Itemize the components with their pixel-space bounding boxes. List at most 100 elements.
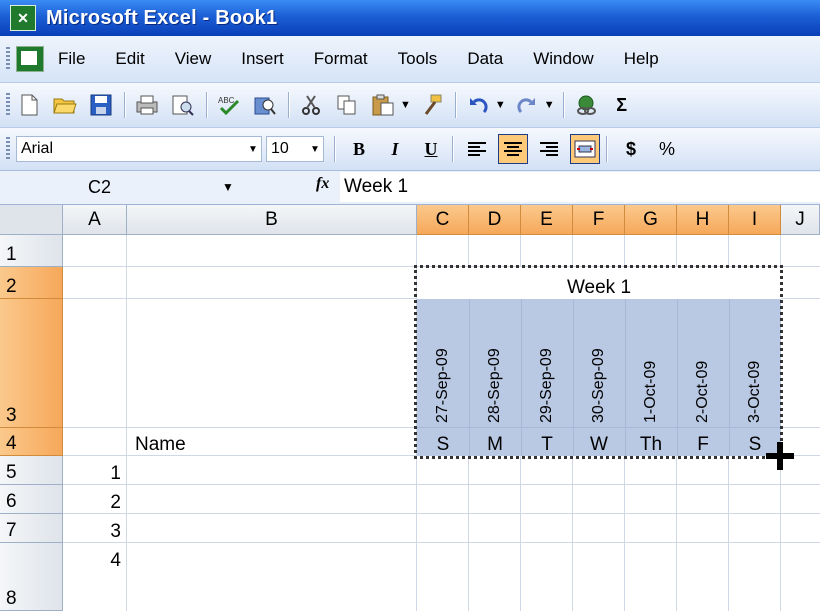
align-right-icon[interactable]	[534, 134, 564, 164]
new-icon[interactable]	[16, 92, 42, 118]
day-cell-h4[interactable]: F	[677, 428, 729, 456]
insert-function-icon[interactable]: fx	[316, 175, 329, 193]
underline-button[interactable]: U	[416, 134, 446, 164]
menu-view[interactable]: View	[175, 49, 212, 69]
row-header-2[interactable]: 2	[0, 267, 63, 299]
toolbar-grip[interactable]	[6, 137, 10, 161]
print-icon[interactable]	[134, 92, 160, 118]
column-header-d[interactable]: D	[469, 205, 521, 235]
copy-icon[interactable]	[334, 92, 360, 118]
menu-tools[interactable]: Tools	[398, 49, 438, 69]
date-cell-h3[interactable]: 2-Oct-09	[677, 299, 729, 428]
week-label: Week 1	[566, 277, 632, 298]
menu-format[interactable]: Format	[314, 49, 368, 69]
cell-value: 4	[110, 550, 121, 571]
day-cell-e4[interactable]: T	[521, 428, 573, 456]
row-header-1[interactable]: 1	[0, 235, 63, 267]
hyperlink-icon[interactable]	[573, 92, 599, 118]
menu-edit[interactable]: Edit	[115, 49, 144, 69]
row-header-6[interactable]: 6	[0, 485, 63, 514]
workbook-icon[interactable]	[16, 46, 44, 72]
menu-file[interactable]: File	[58, 49, 85, 69]
cell-a7[interactable]: 3	[63, 514, 121, 543]
redo-icon[interactable]	[514, 92, 540, 118]
paste-icon[interactable]	[370, 92, 396, 118]
column-header-b[interactable]: B	[127, 205, 417, 235]
cell-c2-merged[interactable]: Week 1	[417, 267, 781, 299]
print-preview-icon[interactable]	[170, 92, 196, 118]
row-header-5[interactable]: 5	[0, 456, 63, 485]
menu-data[interactable]: Data	[467, 49, 503, 69]
font-name-select[interactable]: Arial ▼	[16, 136, 262, 162]
cut-icon[interactable]	[298, 92, 324, 118]
cell-value: 3	[110, 521, 121, 542]
day-cell-d4[interactable]: M	[469, 428, 521, 456]
align-left-icon[interactable]	[462, 134, 492, 164]
day-label: T	[541, 434, 553, 455]
day-label: W	[590, 434, 608, 455]
standard-toolbar: ABC ▼ ▼ ▼ Σ	[0, 83, 820, 128]
date-label: 1-Oct-09	[642, 360, 659, 423]
font-size-select[interactable]: 10 ▼	[266, 136, 324, 162]
chevron-down-icon[interactable]: ▼	[245, 137, 261, 161]
date-cell-f3[interactable]: 30-Sep-09	[573, 299, 625, 428]
row-header-8[interactable]: 8	[0, 543, 63, 611]
column-header-i[interactable]: I	[729, 205, 781, 235]
chevron-down-icon[interactable]: ▼	[222, 180, 234, 194]
menu-window[interactable]: Window	[533, 49, 593, 69]
column-header-c[interactable]: C	[417, 205, 469, 235]
day-cell-g4[interactable]: Th	[625, 428, 677, 456]
cell-b4[interactable]: Name	[127, 428, 425, 456]
day-cell-f4[interactable]: W	[573, 428, 625, 456]
cell-a6[interactable]: 2	[63, 485, 121, 514]
bold-button[interactable]: B	[344, 134, 374, 164]
column-header-j[interactable]: J	[781, 205, 820, 235]
worksheet-grid[interactable]: A B C D E F G H I J 1 2 3 4 5 6 7 8 Week…	[0, 205, 820, 611]
merge-center-icon[interactable]	[570, 134, 600, 164]
chevron-down-icon[interactable]: ▼	[307, 137, 323, 161]
date-cell-i3[interactable]: 3-Oct-09	[729, 299, 781, 428]
fill-handle-cursor-icon[interactable]	[765, 441, 795, 471]
select-all-corner[interactable]	[0, 205, 63, 235]
name-box-value: C2	[88, 176, 112, 197]
column-header-h[interactable]: H	[677, 205, 729, 235]
open-icon[interactable]	[52, 92, 78, 118]
cell-a8[interactable]: 4	[63, 543, 121, 572]
date-label: 2-Oct-09	[694, 360, 711, 423]
date-cell-c3[interactable]: 27-Sep-09	[417, 299, 469, 428]
spelling-icon[interactable]: ABC	[216, 92, 242, 118]
column-header-a[interactable]: A	[63, 205, 127, 235]
row-header-4[interactable]: 4	[0, 428, 63, 456]
percent-button[interactable]: %	[652, 134, 682, 164]
menu-help[interactable]: Help	[624, 49, 659, 69]
formula-input[interactable]: Week 1	[340, 172, 820, 202]
date-cell-g3[interactable]: 1-Oct-09	[625, 299, 677, 428]
italic-button[interactable]: I	[380, 134, 410, 164]
date-cell-d3[interactable]: 28-Sep-09	[469, 299, 521, 428]
sum-icon[interactable]: Σ	[609, 92, 635, 118]
currency-button[interactable]: $	[616, 134, 646, 164]
menu-insert[interactable]: Insert	[241, 49, 284, 69]
format-painter-icon[interactable]	[419, 92, 445, 118]
save-icon[interactable]	[88, 92, 114, 118]
chevron-down-icon[interactable]: ▼	[400, 99, 411, 111]
column-header-e[interactable]: E	[521, 205, 573, 235]
column-header-g[interactable]: G	[625, 205, 677, 235]
font-size-value: 10	[271, 140, 289, 157]
cell-a5[interactable]: 1	[63, 456, 121, 485]
toolbar-grip[interactable]	[6, 47, 10, 71]
date-cell-e3[interactable]: 29-Sep-09	[521, 299, 573, 428]
row-header-7[interactable]: 7	[0, 514, 63, 543]
row-header-3[interactable]: 3	[0, 299, 63, 428]
align-center-icon[interactable]	[498, 134, 528, 164]
undo-icon[interactable]	[465, 92, 491, 118]
excel-app-icon[interactable]: ✕	[10, 5, 36, 31]
column-header-f[interactable]: F	[573, 205, 625, 235]
name-box[interactable]: C2 ▼	[14, 174, 240, 200]
chevron-down-icon[interactable]: ▼	[544, 99, 555, 111]
toolbar-grip[interactable]	[6, 93, 10, 117]
day-cell-c4[interactable]: S	[417, 428, 469, 456]
research-icon[interactable]	[252, 92, 278, 118]
date-label: 29-Sep-09	[538, 348, 555, 423]
chevron-down-icon[interactable]: ▼	[495, 99, 506, 111]
